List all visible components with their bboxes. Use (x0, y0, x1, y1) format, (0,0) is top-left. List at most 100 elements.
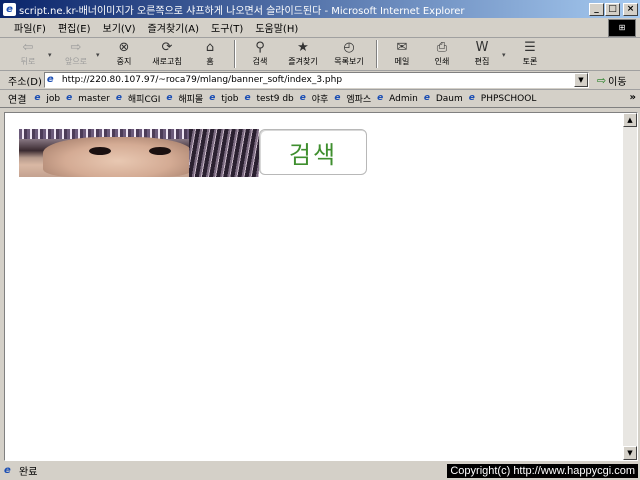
mail-icon: ✉ (396, 40, 408, 55)
close-button[interactable]: × (623, 2, 638, 16)
link-label: PHPSCHOOL (480, 93, 537, 104)
history-icon: ◴ (343, 40, 355, 55)
forward-button[interactable]: ⇨ 앞으로 (56, 39, 96, 69)
banner-eye-decoration (149, 147, 171, 155)
refresh-icon: ⟳ (161, 40, 173, 55)
link-master[interactable]: e master (66, 93, 110, 104)
toolbar-separator (234, 40, 236, 68)
links-label: 연결 (8, 95, 27, 106)
minimize-button[interactable]: _ (589, 2, 604, 16)
address-label: 주소(D) (8, 76, 42, 88)
back-dropdown-icon[interactable]: ▾ (48, 39, 56, 59)
menu-file[interactable]: 파일(F) (8, 20, 52, 35)
link-page-icon: e (66, 93, 73, 103)
menu-edit[interactable]: 편집(E) (52, 20, 97, 35)
link-yahoo[interactable]: e 야후 (300, 92, 329, 105)
link-label: job (46, 93, 61, 104)
stop-button[interactable]: ⊗ 중지 (104, 39, 144, 69)
scroll-down-icon[interactable]: ▼ (623, 446, 637, 460)
home-icon: ⌂ (205, 40, 215, 55)
history-button[interactable]: ◴ 목록보기 (326, 39, 372, 69)
status-bar: e 완료 Copyright(c) http://www.happycgi.co… (0, 461, 640, 480)
edit-icon: W (475, 40, 489, 55)
print-icon: ⎙ (436, 40, 448, 55)
scroll-up-icon[interactable]: ▲ (623, 113, 637, 127)
links-more-chevron-icon[interactable]: » (630, 92, 636, 103)
edit-button[interactable]: W 편집 (462, 39, 502, 69)
vertical-scrollbar[interactable]: ▲ ▼ (623, 113, 637, 460)
link-page-icon: e (468, 93, 475, 103)
back-arrow-icon: ⇦ (22, 40, 34, 55)
back-label: 뒤로 (20, 57, 36, 66)
link-tjob[interactable]: e tjob (209, 93, 238, 104)
link-admin[interactable]: e Admin (377, 93, 418, 104)
favorites-icon: ★ (297, 40, 309, 55)
link-page-icon: e (34, 93, 41, 103)
go-button[interactable]: ⇨ 이동 (597, 73, 627, 88)
mail-button[interactable]: ✉ 메일 (382, 39, 422, 69)
link-phpschool[interactable]: e PHPSCHOOL (469, 93, 537, 104)
page-icon: e (46, 74, 54, 85)
banner-image[interactable] (19, 129, 259, 177)
mail-label: 메일 (394, 57, 410, 66)
window-titlebar[interactable]: e script.ne.kr-배너이미지가 오른쪽으로 샤프하게 나오면서 슬라… (0, 0, 640, 18)
link-label: Daum (435, 93, 463, 104)
link-page-icon: e (244, 93, 251, 103)
banner-face-decoration (43, 137, 193, 177)
search-toolbar-button[interactable]: ⚲ 검색 (240, 39, 280, 69)
edit-label: 편집 (474, 57, 490, 66)
link-label: test9 db (256, 93, 294, 104)
status-page-icon: e (4, 464, 11, 476)
link-happymall[interactable]: e 해피몰 (166, 92, 203, 105)
discuss-button[interactable]: ☰ 토론 (510, 39, 550, 69)
search-label: 검색 (252, 57, 268, 66)
link-test9db[interactable]: e test9 db (244, 93, 293, 104)
link-label: 해피몰 (178, 95, 204, 105)
link-page-icon: e (166, 93, 173, 103)
link-label: master (78, 93, 110, 104)
favorites-button[interactable]: ★ 즐겨찾기 (280, 39, 326, 69)
menu-favorites[interactable]: 즐겨찾기(A) (142, 20, 205, 35)
discuss-icon: ☰ (524, 40, 536, 55)
link-happycgi[interactable]: e 해피CGI (116, 92, 160, 105)
forward-label: 앞으로 (64, 57, 88, 66)
print-button[interactable]: ⎙ 인쇄 (422, 39, 462, 69)
link-job[interactable]: e job (34, 93, 60, 104)
link-daum[interactable]: e Daum (424, 93, 463, 104)
status-text: 완료 (19, 467, 38, 478)
history-label: 목록보기 (334, 57, 364, 66)
link-page-icon: e (334, 93, 341, 103)
address-dropdown-icon[interactable]: ▼ (573, 73, 588, 87)
link-label: 야후 (311, 95, 329, 105)
link-page-icon: e (377, 93, 384, 103)
stop-icon: ⊗ (118, 40, 130, 55)
banner-hair-side-decoration (189, 129, 259, 177)
home-button[interactable]: ⌂ 홈 (190, 39, 230, 69)
maximize-button[interactable]: □ (605, 2, 620, 16)
address-url[interactable]: http://220.80.107.97/~roca79/mlang/banne… (62, 75, 574, 85)
link-page-icon: e (299, 93, 306, 103)
back-button[interactable]: ⇦ 뒤로 (8, 39, 48, 69)
windows-logo-icon: ⊞ (608, 19, 636, 37)
menu-view[interactable]: 보기(V) (97, 20, 142, 35)
menu-tools[interactable]: 도구(T) (205, 20, 249, 35)
menu-bar: 파일(F) 편집(E) 보기(V) 즐겨찾기(A) 도구(T) 도움말(H) ⊞ (0, 18, 640, 38)
refresh-button[interactable]: ⟳ 새로고침 (144, 39, 190, 69)
edit-dropdown-icon[interactable]: ▾ (502, 39, 510, 59)
toolbar-separator (376, 40, 378, 68)
forward-dropdown-icon[interactable]: ▾ (96, 39, 104, 59)
home-label: 홈 (206, 57, 214, 66)
menu-help[interactable]: 도움말(H) (249, 20, 304, 35)
link-label: Admin (389, 93, 418, 104)
link-label: tjob (221, 93, 239, 104)
page-search-button[interactable]: 검색 (259, 129, 367, 175)
link-page-icon: e (209, 93, 216, 103)
print-label: 인쇄 (434, 57, 450, 66)
refresh-label: 새로고침 (152, 57, 182, 66)
copyright-watermark: Copyright(c) http://www.happycgi.com (447, 464, 638, 478)
address-bar: 주소(D) e http://220.80.107.97/~roca79/mla… (0, 71, 640, 90)
address-input[interactable]: e http://220.80.107.97/~roca79/mlang/ban… (43, 72, 589, 88)
go-label: 이동 (608, 76, 627, 88)
page-search-label: 검색 (288, 140, 338, 169)
link-empas[interactable]: e 엠파스 (334, 92, 371, 105)
